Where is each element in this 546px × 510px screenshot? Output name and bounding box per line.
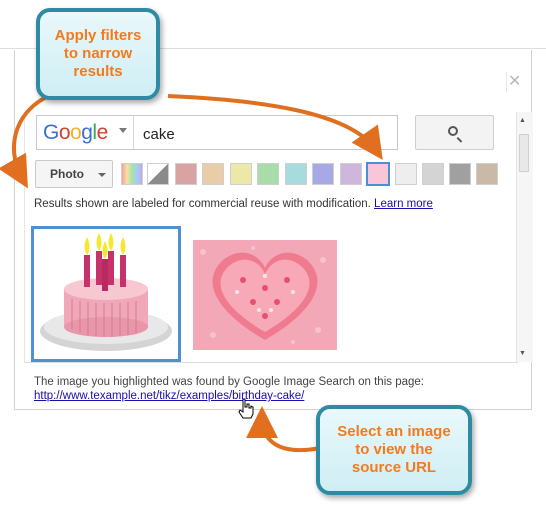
color-swatch-pink-selected[interactable] — [365, 161, 391, 187]
callout-line: Apply filters — [54, 27, 142, 44]
arrow-to-source-url — [246, 406, 321, 453]
color-swatch-white[interactable] — [395, 163, 417, 185]
chevron-down-icon — [98, 173, 106, 177]
license-notice-text: Results shown are labeled for commercial… — [34, 198, 371, 210]
source-description: The image you highlighted was found by G… — [34, 376, 424, 388]
callout-apply-filters: Apply filters to narrow results — [36, 8, 160, 100]
result-thumbnail-heart-cake[interactable] — [193, 240, 337, 350]
result-thumbnail-birthday-cake[interactable] — [31, 226, 181, 362]
callout-line: to view the — [355, 441, 433, 458]
hand-cursor-icon — [238, 398, 254, 419]
scroll-up-icon[interactable]: ▲ — [519, 117, 526, 124]
callout-line: to narrow — [63, 45, 133, 62]
search-input[interactable] — [141, 122, 395, 146]
color-swatch-full-color[interactable] — [121, 163, 143, 185]
color-swatch-black[interactable] — [449, 163, 471, 185]
logo-separator — [133, 116, 134, 149]
image-type-dropdown[interactable]: Photo — [35, 160, 113, 188]
scroll-down-icon[interactable]: ▼ — [519, 350, 526, 357]
results-divider — [24, 362, 518, 363]
color-swatch-teal[interactable] — [285, 163, 307, 185]
color-swatch-gray[interactable] — [422, 163, 444, 185]
learn-more-link[interactable]: Learn more — [374, 198, 433, 210]
heart-cake-image — [193, 240, 337, 350]
color-swatch-purple[interactable] — [340, 163, 362, 185]
birthday-cake-image — [40, 233, 172, 351]
license-notice: Results shown are labeled for commercial… — [34, 198, 433, 210]
callout-line: Select an image — [337, 423, 451, 440]
color-swatch-blue[interactable] — [312, 163, 334, 185]
color-swatch-orange[interactable] — [202, 163, 224, 185]
callout-select-image: Select an image to view the source URL — [316, 405, 472, 495]
color-swatch-black-white[interactable] — [147, 163, 169, 185]
color-swatch-yellow[interactable] — [230, 163, 252, 185]
callout-line: source URL — [351, 459, 437, 476]
scrollbar-thumb[interactable] — [519, 134, 529, 172]
search-button[interactable] — [415, 115, 494, 150]
content-left-border — [24, 112, 25, 362]
close-separator — [506, 72, 507, 92]
google-logo[interactable]: Google — [43, 121, 108, 145]
callout-line: results — [73, 63, 123, 80]
close-icon[interactable]: ✕ — [508, 74, 521, 90]
source-url-link[interactable]: http://www.texample.net/tikz/examples/bi… — [34, 390, 304, 402]
color-swatch-brown[interactable] — [476, 163, 498, 185]
color-swatch-green[interactable] — [257, 163, 279, 185]
search-box: Google — [36, 115, 398, 150]
chevron-down-icon[interactable] — [119, 128, 127, 133]
color-swatch-red[interactable] — [175, 163, 197, 185]
search-icon — [448, 126, 458, 136]
image-type-label: Photo — [50, 167, 84, 181]
